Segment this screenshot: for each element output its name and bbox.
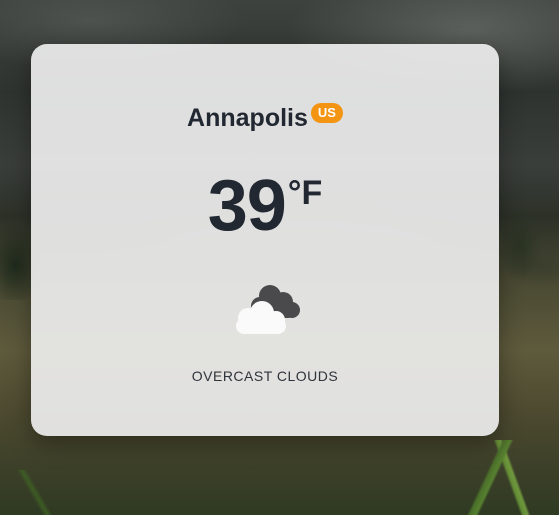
location-row: Annapolis US [31,103,499,133]
temperature-row: 39°F [31,166,499,246]
temperature-value: 39 [207,166,287,246]
background-grass [440,440,559,515]
background-grass-left [0,470,80,515]
temperature-unit: °F [287,174,323,212]
country-badge: US [310,103,343,123]
city-name: Annapolis [187,104,308,132]
overcast-clouds-icon [228,282,304,334]
weather-card: Annapolis US 39°F OVERCAST CLOUDS [31,44,499,436]
weather-condition: OVERCAST CLOUDS [191,368,339,384]
